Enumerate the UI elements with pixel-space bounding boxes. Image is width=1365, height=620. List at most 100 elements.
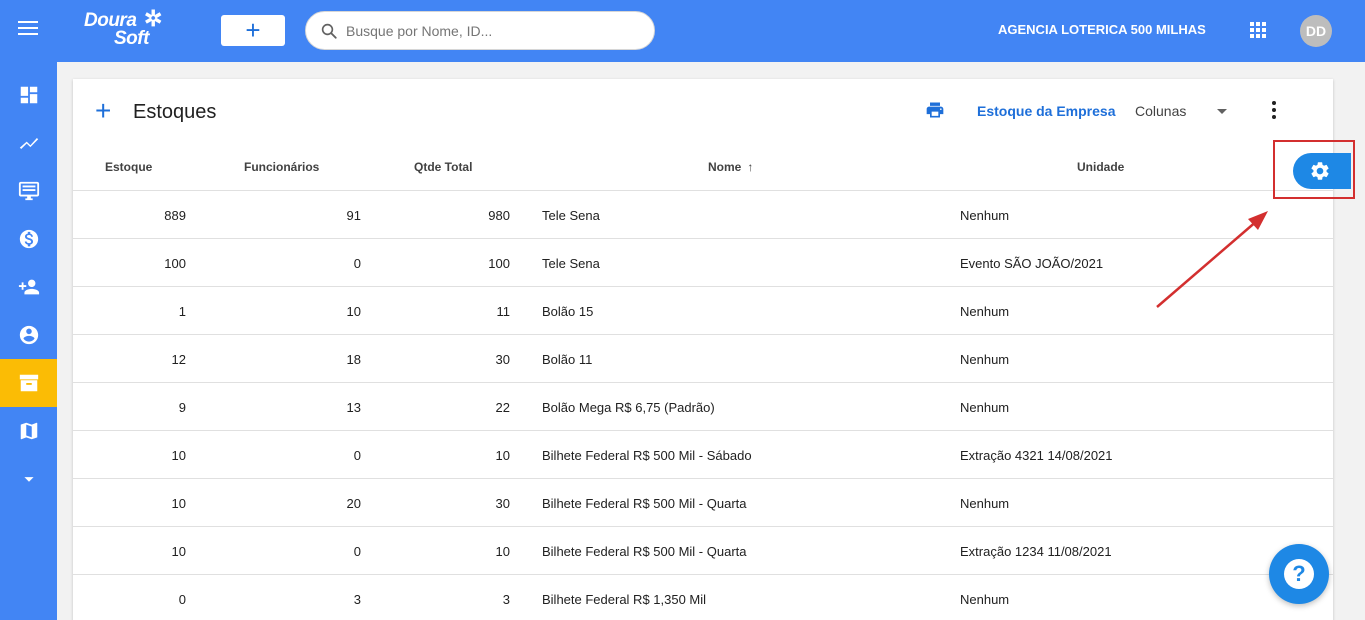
sidebar-item-dashboard[interactable] [0, 71, 57, 119]
dollar-icon [19, 229, 38, 249]
cell-estoque: 9 [178, 400, 186, 415]
cell-nome: Tele Sena [542, 256, 600, 271]
table-row[interactable]: 100 0 100 Tele Sena Evento SÃO JOÃO/2021 [73, 239, 1333, 287]
cell-unidade: Nenhum [960, 208, 1010, 223]
cell-funcionarios: 10 [346, 304, 361, 319]
archive-icon [19, 374, 38, 392]
avatar[interactable]: DD [1300, 15, 1332, 47]
search-icon [321, 23, 337, 39]
cell-qtde-total: 11 [496, 304, 511, 319]
cell-nome: Bilhete Federal R$ 500 Mil - Quarta [542, 544, 747, 559]
cell-funcionarios: 0 [353, 448, 361, 463]
company-name[interactable]: AGENCIA LOTERICA 500 MILHAS [998, 22, 1206, 37]
cell-qtde-total: 30 [495, 496, 510, 511]
table-row[interactable]: 9 13 22 Bolão Mega R$ 6,75 (Padrão) Nenh… [73, 383, 1333, 431]
cell-unidade: Extração 1234 11/08/2021 [960, 544, 1112, 559]
columns-select[interactable]: Colunas [1135, 103, 1186, 119]
cell-nome: Bilhete Federal R$ 500 Mil - Sábado [542, 448, 752, 463]
cell-funcionarios: 13 [346, 400, 361, 415]
cell-qtde-total: 10 [495, 448, 510, 463]
cell-unidade: Extração 4321 14/08/2021 [960, 448, 1113, 463]
sort-arrow-icon: ↑ [747, 160, 754, 174]
sidebar [0, 62, 57, 620]
cell-funcionarios: 0 [353, 544, 361, 559]
cell-estoque: 12 [171, 352, 186, 367]
cell-funcionarios: 18 [346, 352, 361, 367]
cell-funcionarios: 0 [353, 256, 361, 271]
cell-estoque: 1 [178, 304, 186, 319]
stock-card: + Estoques Estoque da Empresa Colunas Es… [73, 79, 1333, 620]
caret-down-icon [23, 477, 34, 482]
dashboard-icon [20, 86, 37, 104]
sidebar-item-map[interactable] [0, 407, 57, 455]
header-nome-label: Nome [708, 160, 742, 174]
columns-dropdown-icon[interactable] [1217, 109, 1227, 114]
page-title: Estoques [133, 101, 217, 123]
cell-estoque: 100 [164, 256, 186, 271]
cell-qtde-total: 3 [502, 592, 510, 607]
table-row[interactable]: 10 20 30 Bilhete Federal R$ 500 Mil - Qu… [73, 479, 1333, 527]
top-bar: Doura Soft ✲ + AGENCIA LOTERICA 500 MILH… [0, 0, 1365, 62]
header-unidade[interactable]: Unidade [1077, 160, 1124, 174]
header-funcionarios[interactable]: Funcionários [244, 160, 319, 174]
cell-nome: Bolão 11 [542, 352, 593, 367]
cell-estoque: 10 [171, 544, 186, 559]
table-row[interactable]: 0 3 3 Bilhete Federal R$ 1,350 Mil Nenhu… [73, 575, 1333, 620]
add-person-icon [18, 279, 39, 295]
sidebar-item-monitor[interactable] [0, 167, 57, 215]
add-stock-button[interactable]: + [95, 97, 111, 125]
account-icon [19, 325, 38, 345]
header-nome[interactable]: Nome ↑ [708, 160, 753, 174]
cell-estoque: 889 [164, 208, 186, 223]
header-estoque[interactable]: Estoque [105, 160, 152, 174]
quick-add-button[interactable]: + [221, 15, 285, 46]
print-icon[interactable] [925, 100, 945, 120]
map-icon [20, 422, 37, 440]
apps-grid-icon[interactable] [1250, 22, 1267, 39]
table-row[interactable]: 12 18 30 Bolão 11 Nenhum [73, 335, 1333, 383]
settings-button[interactable] [1293, 153, 1351, 189]
cell-qtde-total: 10 [495, 544, 510, 559]
cell-nome: Bolão 15 [542, 304, 594, 319]
sidebar-item-stock[interactable] [0, 359, 57, 407]
table-row[interactable]: 1 10 11 Bolão 15 Nenhum [73, 287, 1333, 335]
table-header: Estoque Funcionários Qtde Total Nome ↑ Un… [73, 139, 1333, 191]
monitor-icon [18, 181, 39, 201]
cell-estoque: 0 [178, 592, 186, 607]
gear-icon [1311, 162, 1329, 180]
cell-nome: Bolão Mega R$ 6,75 (Padrão) [542, 400, 715, 415]
cell-nome: Bilhete Federal R$ 1,350 Mil [542, 592, 707, 607]
logo[interactable]: Doura Soft ✲ [84, 6, 184, 52]
cell-funcionarios: 3 [353, 592, 361, 607]
cell-unidade: Nenhum [960, 352, 1010, 367]
cell-unidade: Evento SÃO JOÃO/2021 [960, 256, 1104, 271]
sidebar-item-more[interactable] [0, 455, 57, 503]
search-bar[interactable] [305, 11, 655, 50]
cell-estoque: 10 [171, 448, 186, 463]
logo-star-icon: ✲ [144, 6, 163, 31]
cell-qtde-total: 980 [488, 208, 510, 223]
trending-icon [19, 137, 38, 149]
cell-funcionarios: 20 [346, 496, 361, 511]
cell-nome: Tele Sena [542, 208, 600, 223]
sidebar-item-finance[interactable] [0, 215, 57, 263]
help-button[interactable]: ? [1269, 544, 1329, 604]
cell-unidade: Nenhum [960, 496, 1010, 511]
header-qtde-total[interactable]: Qtde Total [414, 160, 472, 174]
table-row[interactable]: 10 0 10 Bilhete Federal R$ 500 Mil - Qua… [73, 527, 1333, 575]
table-row[interactable]: 10 0 10 Bilhete Federal R$ 500 Mil - Sáb… [73, 431, 1333, 479]
sidebar-item-add-user[interactable] [0, 263, 57, 311]
help-icon: ? [1284, 559, 1314, 589]
cell-qtde-total: 100 [488, 256, 510, 271]
cell-unidade: Nenhum [960, 592, 1010, 607]
cell-unidade: Nenhum [960, 400, 1010, 415]
cell-estoque: 10 [171, 496, 186, 511]
sidebar-item-reports[interactable] [0, 119, 57, 167]
cell-funcionarios: 91 [346, 208, 361, 223]
company-stock-link[interactable]: Estoque da Empresa [977, 103, 1116, 119]
menu-icon[interactable] [18, 21, 38, 37]
search-input[interactable] [346, 21, 636, 41]
sidebar-item-account[interactable] [0, 311, 57, 359]
more-vert-icon[interactable] [1271, 101, 1277, 121]
table-row[interactable]: 889 91 980 Tele Sena Nenhum [73, 191, 1333, 239]
